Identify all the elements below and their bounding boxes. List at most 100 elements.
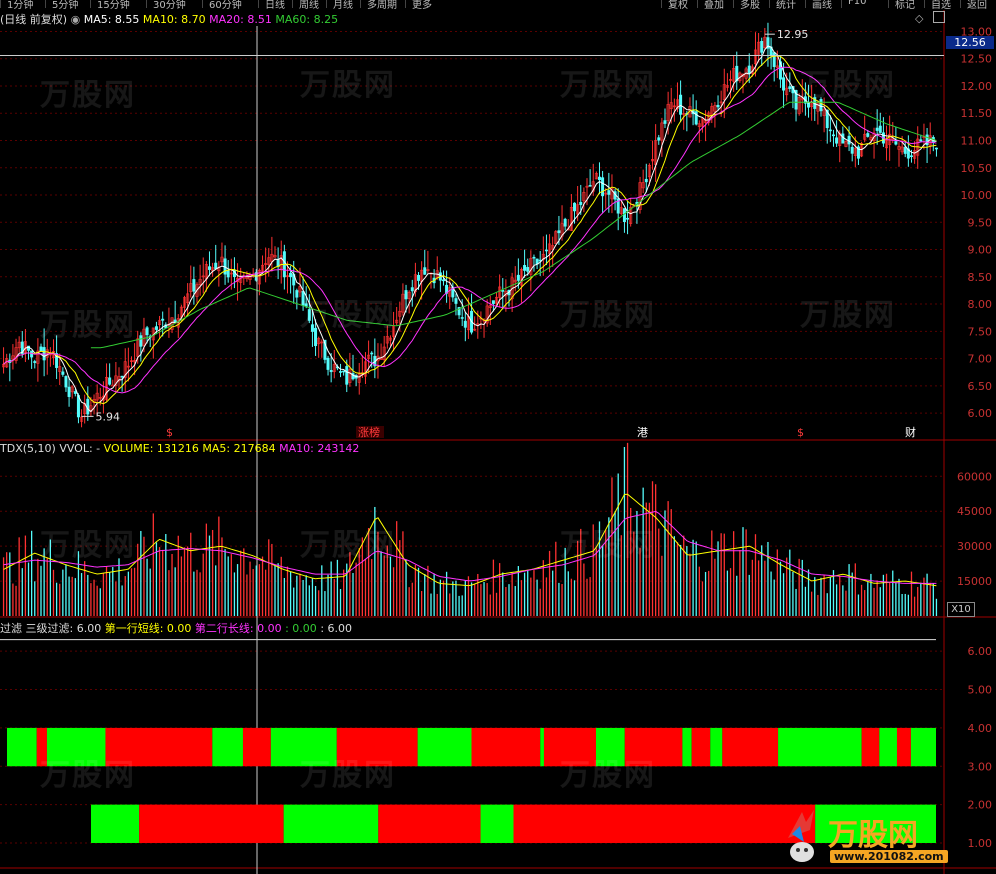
candle-body <box>454 298 458 304</box>
candle-body <box>289 272 293 278</box>
long-line-segment <box>139 804 284 843</box>
candle-body <box>760 41 764 53</box>
filter-indicator-line: 过滤 三级过滤: 6.00 第一行短线: 0.00 第二行长线: 0.00 : … <box>0 620 352 636</box>
candle-body <box>831 134 835 137</box>
close-panel-icon[interactable] <box>933 11 945 23</box>
watermark-logo: 万股网 <box>300 528 396 563</box>
filter-level3: 三级过滤: 6.00 <box>25 622 102 635</box>
candle-body <box>557 230 561 234</box>
short-line-segment <box>896 727 911 767</box>
price-tick-label: 12.50 <box>961 53 993 66</box>
candle-body <box>588 185 592 187</box>
filter-line2: 第二行长线: 0.00 <box>194 622 282 635</box>
vvol-value: VVOL: - <box>59 442 101 455</box>
candle-body <box>909 155 913 158</box>
watermark-logo: 万股网 <box>800 298 896 333</box>
price-tick-label: 12.00 <box>961 80 993 93</box>
site-logo-text: 万股网 <box>828 818 918 853</box>
price-tick-label: 10.00 <box>961 189 993 202</box>
site-logo-url: www.201082.com <box>830 850 948 863</box>
candle-body <box>903 146 907 154</box>
price-tick-label: 7.00 <box>968 353 993 366</box>
watermark-logo: 万股网 <box>560 758 656 793</box>
candle-body <box>73 391 77 394</box>
candle-body <box>626 217 630 220</box>
candle-body <box>214 262 218 270</box>
short-line-segment <box>212 727 243 767</box>
price-tick-label: 7.50 <box>968 325 993 338</box>
candle-body <box>934 147 938 150</box>
low-price-label: 5.94 <box>96 410 121 423</box>
candle-body <box>173 319 177 323</box>
long-line-segment <box>378 804 481 843</box>
short-line-segment <box>471 727 541 767</box>
candle-body <box>644 178 648 183</box>
candle-body <box>875 127 879 131</box>
vol-ma10-value: MA10: 243142 <box>279 442 360 455</box>
candle-body <box>154 326 158 330</box>
candle-body <box>120 375 124 378</box>
volume-value: VOLUME: 131216 <box>103 442 199 455</box>
candle-body <box>601 177 605 197</box>
filter-v1: : 0.00 <box>285 622 317 635</box>
candle-body <box>64 376 68 388</box>
candle-body <box>850 146 854 154</box>
watermark-logo: 万股网 <box>40 758 136 793</box>
long-line-segment <box>283 804 379 843</box>
event-marker[interactable]: 财 <box>905 425 916 439</box>
candle-body <box>161 318 165 321</box>
candle-body <box>772 52 776 67</box>
short-line-segment <box>778 727 862 767</box>
volume-tick-label: 15000 <box>957 575 992 588</box>
candle-body <box>410 287 414 292</box>
price-tick-label: 11.50 <box>961 107 993 120</box>
candle-body <box>523 265 527 271</box>
event-marker[interactable]: $ <box>797 426 804 439</box>
volume-tick-label: 60000 <box>957 470 992 483</box>
filter-line1: 第一行短线: 0.00 <box>104 622 192 635</box>
candle-body <box>516 274 520 281</box>
price-tick-label: 9.50 <box>968 216 993 229</box>
price-tick-label: 11.00 <box>961 134 993 147</box>
indicator-settings-icon[interactable]: ◉ <box>71 13 81 26</box>
candle-body <box>894 141 898 145</box>
candle-body <box>747 65 751 74</box>
filter-tick-label: 4.00 <box>968 722 993 735</box>
candle-body <box>563 218 567 227</box>
bull-mascot-icon <box>784 808 822 866</box>
candle-body <box>460 317 464 319</box>
diamond-icon[interactable]: ◇ <box>915 12 923 25</box>
ma5-value: MA5: 8.55 <box>83 13 140 26</box>
current-price-tag: 12.56 <box>946 36 994 49</box>
candle-body <box>679 94 683 115</box>
candle-body <box>579 201 583 205</box>
volume-indicator-line: TDX(5,10) VVOL: - VOLUME: 131216 MA5: 21… <box>0 442 359 455</box>
watermark-logo: 万股网 <box>300 298 396 333</box>
candle-body <box>342 370 346 373</box>
candle-body <box>226 270 230 278</box>
stock-chart-canvas[interactable]: 13.0012.5012.0011.5011.0010.5010.009.509… <box>0 0 996 874</box>
candle-body <box>441 279 445 282</box>
candle-body <box>835 137 839 144</box>
volume-unit-tag: X10 <box>947 602 975 617</box>
watermark-logo: 万股网 <box>800 68 896 103</box>
short-line-segment <box>861 727 880 767</box>
candle-body <box>607 190 611 195</box>
price-tick-label: 6.50 <box>968 380 993 393</box>
candle-body <box>339 371 343 373</box>
watermark-logo: 万股网 <box>560 528 656 563</box>
short-line-segment <box>242 727 271 767</box>
candle-body <box>108 377 112 385</box>
short-line-segment <box>910 727 936 767</box>
volume-label: TDX(5,10) <box>0 442 56 455</box>
filter-tick-label: 5.00 <box>968 684 993 697</box>
candle-body <box>491 300 495 304</box>
candle-body <box>878 125 882 133</box>
event-marker[interactable]: 涨榜 <box>358 425 380 439</box>
event-marker[interactable]: $ <box>166 426 173 439</box>
candle-body <box>788 86 792 89</box>
candle-body <box>345 366 349 385</box>
event-marker[interactable]: 港 <box>637 426 648 439</box>
long-line-segment <box>480 804 514 843</box>
price-tick-label: 6.00 <box>968 407 993 420</box>
